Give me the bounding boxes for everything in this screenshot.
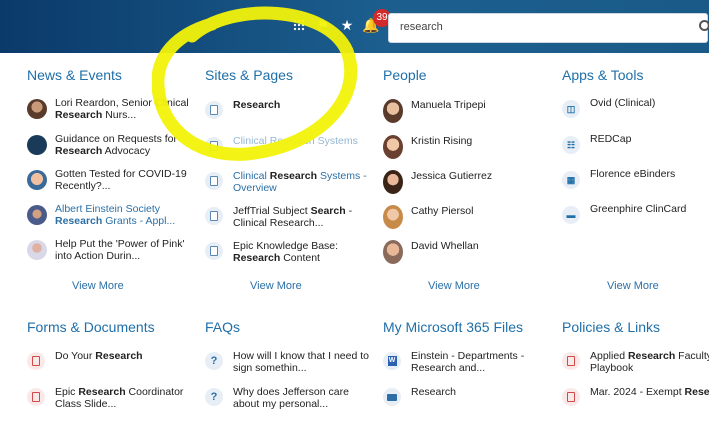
bookmark-icon[interactable]: ⚑ (316, 17, 330, 33)
news-item[interactable]: Gotten Tested for COVID-19 Recently?... (27, 168, 197, 200)
sitemap-icon (205, 137, 223, 155)
section-title: People (383, 67, 427, 83)
news-thumbnail (27, 205, 47, 225)
person-item[interactable]: Jessica Gutierrez (383, 170, 553, 202)
search-icon[interactable] (699, 20, 709, 31)
section-title: FAQs (205, 319, 241, 335)
news-thumbnail (27, 135, 47, 155)
avatar (383, 99, 403, 123)
person-item[interactable]: Cathy Piersol (383, 205, 553, 237)
section-title: Sites & Pages (205, 67, 293, 83)
person-item[interactable]: Manuela Tripepi (383, 99, 553, 131)
question-icon: ? (205, 352, 223, 370)
file-item[interactable]: Research (383, 386, 553, 418)
app-item[interactable]: ▦ Florence eBinders (562, 168, 709, 200)
faq-item[interactable]: ? Why does Jefferson care about my perso… (205, 386, 375, 418)
section-title: Apps & Tools (562, 67, 644, 83)
card-icon: ▬ (562, 206, 580, 224)
site-item[interactable]: Clinical Research Systems (205, 135, 375, 167)
page-icon (205, 101, 223, 119)
view-more-link[interactable]: View More (250, 280, 302, 292)
binder-icon: ▦ (562, 171, 580, 189)
app-item[interactable]: ◫ Ovid (Clinical) (562, 97, 709, 129)
person-item[interactable]: Kristin Rising (383, 135, 553, 167)
star-icon[interactable]: ★ (340, 17, 354, 33)
app-item[interactable]: ▬ Greenphire ClinCard (562, 203, 709, 235)
header-icons: ⚑ ★ 🔔 39 (292, 9, 391, 36)
policy-item[interactable]: Applied Research Faculty Playbook (562, 350, 709, 382)
avatar (383, 240, 403, 264)
faq-item[interactable]: ? How will I know that I need to sign so… (205, 350, 375, 382)
avatar (383, 205, 403, 229)
pdf-icon (562, 388, 580, 406)
word-file-icon: W (383, 352, 401, 370)
avatar (383, 135, 403, 159)
site-item[interactable]: Research (205, 99, 375, 131)
news-item[interactable]: Lori Reardon, Senior Clinical Research N… (27, 97, 197, 129)
section-title: My Microsoft 365 Files (383, 319, 524, 335)
news-thumbnail (27, 170, 47, 190)
search-box[interactable] (388, 13, 709, 43)
document-item[interactable]: Do Your Research (27, 350, 197, 382)
page-icon (205, 242, 223, 260)
section-title: Forms & Documents (27, 319, 155, 335)
news-thumbnail (27, 240, 47, 260)
news-item[interactable]: Guidance on Requests for Research Advoca… (27, 133, 197, 165)
pdf-icon (27, 352, 45, 370)
file-item[interactable]: W Einstein - Departments - Research and.… (383, 350, 553, 382)
document-item[interactable]: Epic Research Coordinator Class Slide... (27, 386, 197, 418)
section-title: Policies & Links (562, 319, 661, 335)
book-icon: ◫ (562, 100, 580, 118)
view-more-link[interactable]: View More (607, 280, 659, 292)
view-more-link[interactable]: View More (72, 280, 124, 292)
app-item[interactable]: ☷ REDCap (562, 133, 709, 165)
site-item[interactable]: Epic Knowledge Base: Research Content (205, 240, 375, 272)
view-more-link[interactable]: View More (428, 280, 480, 292)
pdf-icon (562, 352, 580, 370)
bell-icon[interactable]: 🔔 39 (362, 9, 391, 33)
pdf-icon (27, 388, 45, 406)
section-title: News & Events (27, 67, 122, 83)
news-thumbnail (27, 99, 47, 119)
news-item[interactable]: Albert Einstein Society Research Grants … (27, 203, 197, 235)
news-item[interactable]: Help Put the 'Power of Pink' into Action… (27, 238, 197, 270)
top-bar: ⚑ ★ 🔔 39 (0, 0, 709, 53)
avatar (383, 170, 403, 194)
question-icon: ? (205, 388, 223, 406)
apps-grid-icon[interactable] (292, 18, 306, 32)
folder-icon (383, 388, 401, 406)
site-item[interactable]: JeffTrial Subject Search - Clinical Rese… (205, 205, 375, 237)
page-icon (205, 207, 223, 225)
search-input[interactable] (398, 20, 682, 34)
policy-item[interactable]: Mar. 2024 - Exempt Research (562, 386, 709, 418)
redcap-icon: ☷ (562, 136, 580, 154)
person-item[interactable]: David Whellan (383, 240, 553, 272)
page-icon (205, 172, 223, 190)
site-item[interactable]: Clinical Research Systems - Overview (205, 170, 375, 202)
